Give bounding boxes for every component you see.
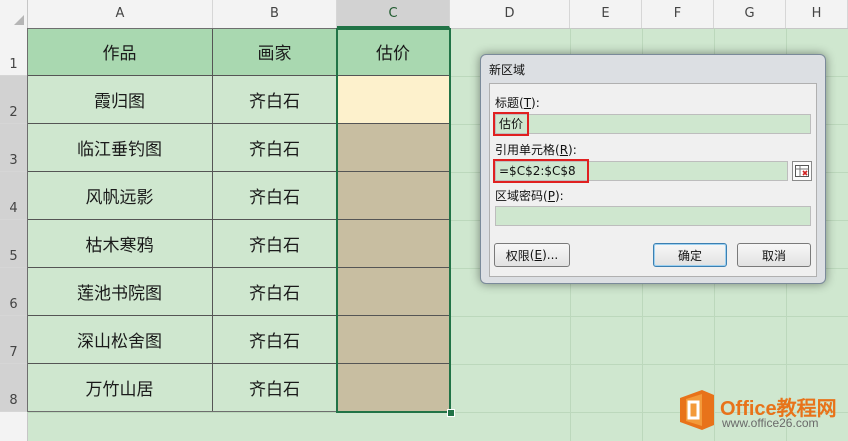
row-header-2[interactable]: 2: [0, 76, 27, 124]
cell-price[interactable]: [337, 124, 450, 172]
header-cell-work[interactable]: 作品: [27, 28, 213, 76]
new-range-dialog: 新区域 标题(T): 估价 引用单元格(R): =$C$2:$C$8 区域密码(…: [480, 54, 826, 284]
ref-field[interactable]: =$C$2:$C$8: [495, 161, 788, 181]
title-field[interactable]: 估价: [495, 114, 811, 134]
column-header-c[interactable]: C: [337, 0, 450, 28]
cancel-button[interactable]: 取消: [737, 243, 811, 267]
cell-artist[interactable]: 齐白石: [213, 268, 337, 316]
column-header-f[interactable]: F: [642, 0, 714, 28]
cell-work[interactable]: 枯木寒鸦: [27, 220, 213, 268]
cell-work[interactable]: 万竹山居: [27, 364, 213, 412]
cell-price[interactable]: [337, 268, 450, 316]
row-header-5[interactable]: 5: [0, 220, 27, 268]
range-select-icon: [795, 165, 809, 177]
row-header-6[interactable]: 6: [0, 268, 27, 316]
column-header-bar: A B C D E F G H: [0, 0, 848, 29]
watermark: Office教程网 www.office26.com: [678, 388, 848, 438]
row-header-8[interactable]: 8: [0, 364, 27, 412]
password-label: 区域密码(P):: [495, 189, 564, 203]
select-all-corner[interactable]: [0, 0, 28, 28]
cell-price[interactable]: [337, 316, 450, 364]
cell-artist[interactable]: 齐白石: [213, 124, 337, 172]
ok-button[interactable]: 确定: [653, 243, 727, 267]
ref-label: 引用单元格(R):: [495, 143, 577, 157]
collapse-dialog-button[interactable]: [792, 161, 812, 181]
column-header-h[interactable]: H: [786, 0, 848, 28]
cell-artist[interactable]: 齐白石: [213, 172, 337, 220]
cell-artist[interactable]: 齐白石: [213, 316, 337, 364]
header-cell-price[interactable]: 估价: [337, 28, 450, 76]
column-header-d[interactable]: D: [450, 0, 570, 28]
row-header-bar: 1 2 3 4 5 6 7 8: [0, 28, 28, 441]
cell-work[interactable]: 风帆远影: [27, 172, 213, 220]
column-header-e[interactable]: E: [570, 0, 642, 28]
column-header-g[interactable]: G: [714, 0, 786, 28]
column-header-a[interactable]: A: [28, 0, 213, 28]
column-header-b[interactable]: B: [213, 0, 337, 28]
cell-work[interactable]: 深山松舍图: [27, 316, 213, 364]
cell-price[interactable]: [337, 364, 450, 412]
row-header-7[interactable]: 7: [0, 316, 27, 364]
fill-handle[interactable]: [447, 409, 455, 417]
cell-price-active[interactable]: [337, 76, 450, 124]
row-header-3[interactable]: 3: [0, 124, 27, 172]
header-cell-artist[interactable]: 画家: [213, 28, 337, 76]
permissions-button[interactable]: 权限(E)...: [494, 243, 570, 267]
cell-price[interactable]: [337, 172, 450, 220]
row-header-1[interactable]: 1: [0, 28, 27, 76]
cell-artist[interactable]: 齐白石: [213, 76, 337, 124]
cell-work[interactable]: 霞归图: [27, 76, 213, 124]
office-logo-icon: [680, 390, 714, 430]
cell-artist[interactable]: 齐白石: [213, 220, 337, 268]
cell-work[interactable]: 莲池书院图: [27, 268, 213, 316]
dialog-title: 新区域: [489, 63, 526, 77]
cell-work[interactable]: 临江垂钓图: [27, 124, 213, 172]
watermark-url: www.office26.com: [722, 416, 819, 430]
title-label: 标题(T):: [495, 96, 540, 110]
cell-artist[interactable]: 齐白石: [213, 364, 337, 412]
password-field[interactable]: [495, 206, 811, 226]
row-header-4[interactable]: 4: [0, 172, 27, 220]
cell-price[interactable]: [337, 220, 450, 268]
